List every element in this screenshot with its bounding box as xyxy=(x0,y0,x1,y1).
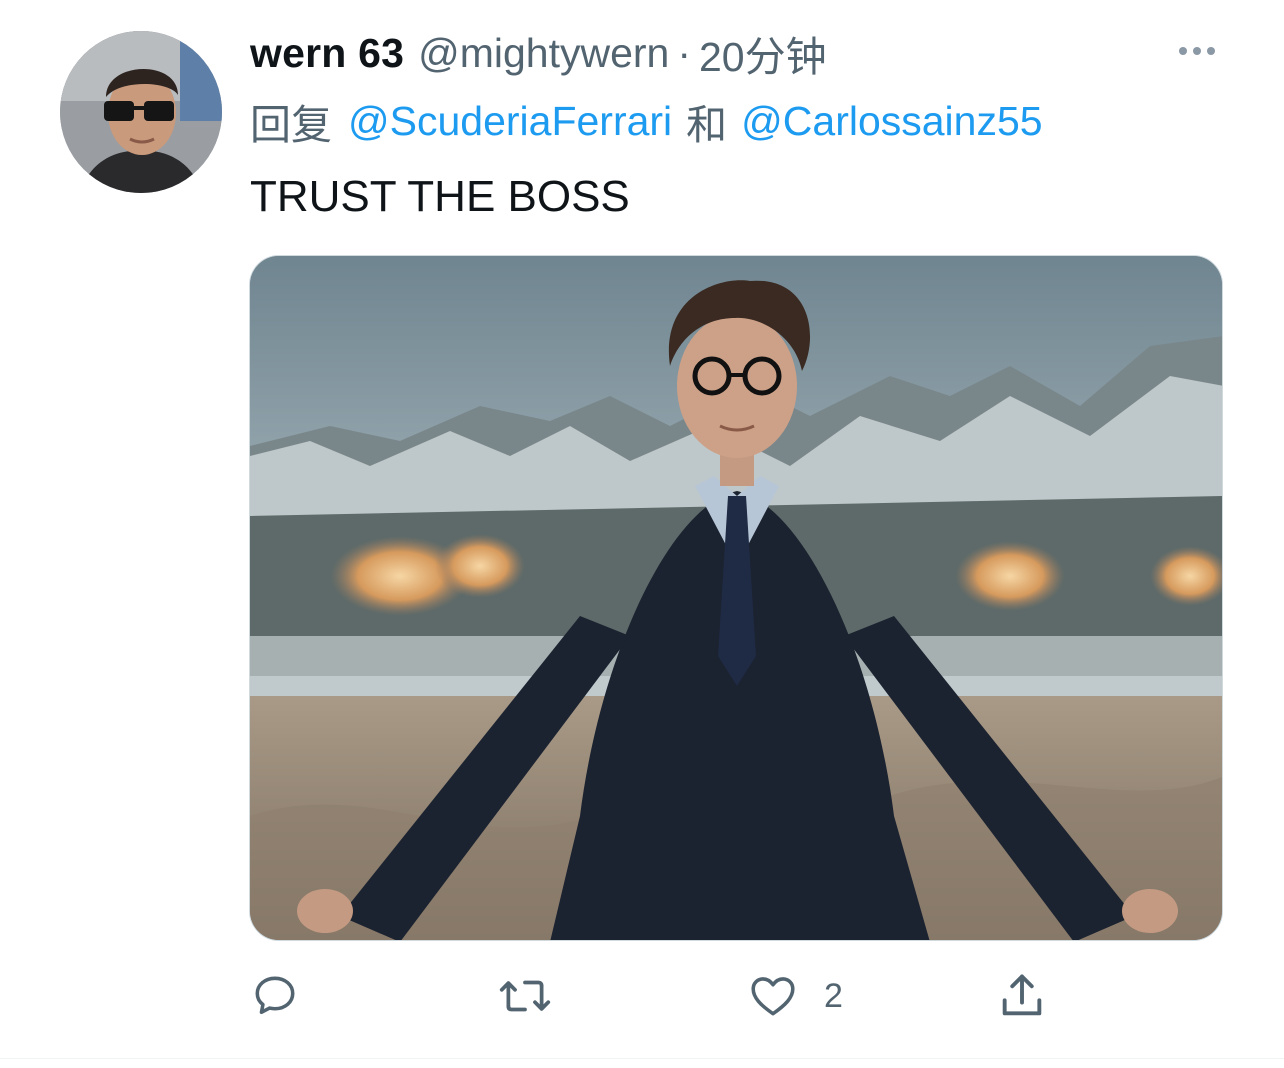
tweet-card[interactable]: wern 63 @mightywern · 20分钟 回复 @ScuderiaF… xyxy=(0,0,1284,1068)
share-icon xyxy=(1002,974,1042,1016)
user-handle[interactable]: @mightywern xyxy=(418,30,669,77)
reply-conjunction: 和 xyxy=(686,102,728,148)
retweet-button[interactable] xyxy=(498,966,578,1026)
tweet-actions: 2 xyxy=(250,966,1080,1026)
more-horizontal-icon xyxy=(1179,47,1187,55)
mention-link[interactable]: @ScuderiaFerrari xyxy=(348,98,672,145)
more-horizontal-icon xyxy=(1193,47,1201,55)
display-name[interactable]: wern 63 xyxy=(250,30,404,77)
reply-button[interactable] xyxy=(250,966,326,1026)
heart-icon xyxy=(751,977,795,1016)
media-image xyxy=(250,256,1222,940)
like-count: 2 xyxy=(824,976,843,1015)
tweet-media[interactable] xyxy=(249,255,1223,941)
retweet-icon xyxy=(499,980,551,1012)
mention-link[interactable]: @Carlossainz55 xyxy=(741,98,1042,145)
share-button[interactable] xyxy=(996,966,1074,1026)
separator-dot: · xyxy=(677,29,691,76)
avatar[interactable] xyxy=(60,31,222,193)
divider xyxy=(0,1058,1284,1059)
reply-prefix: 回复 xyxy=(250,102,332,148)
timestamp[interactable]: 20分钟 xyxy=(699,23,827,83)
comment-icon xyxy=(255,976,295,1015)
more-horizontal-icon xyxy=(1207,47,1215,55)
tweet-text: TRUST THE BOSS xyxy=(250,172,630,221)
more-options-button[interactable] xyxy=(1170,34,1224,68)
tweet-header: wern 63 @mightywern · 20分钟 xyxy=(250,23,827,83)
avatar-image xyxy=(60,31,222,193)
like-button[interactable]: 2 xyxy=(748,966,843,1026)
replying-to: 回复 @ScuderiaFerrari 和 @Carlossainz55 xyxy=(250,94,1043,149)
